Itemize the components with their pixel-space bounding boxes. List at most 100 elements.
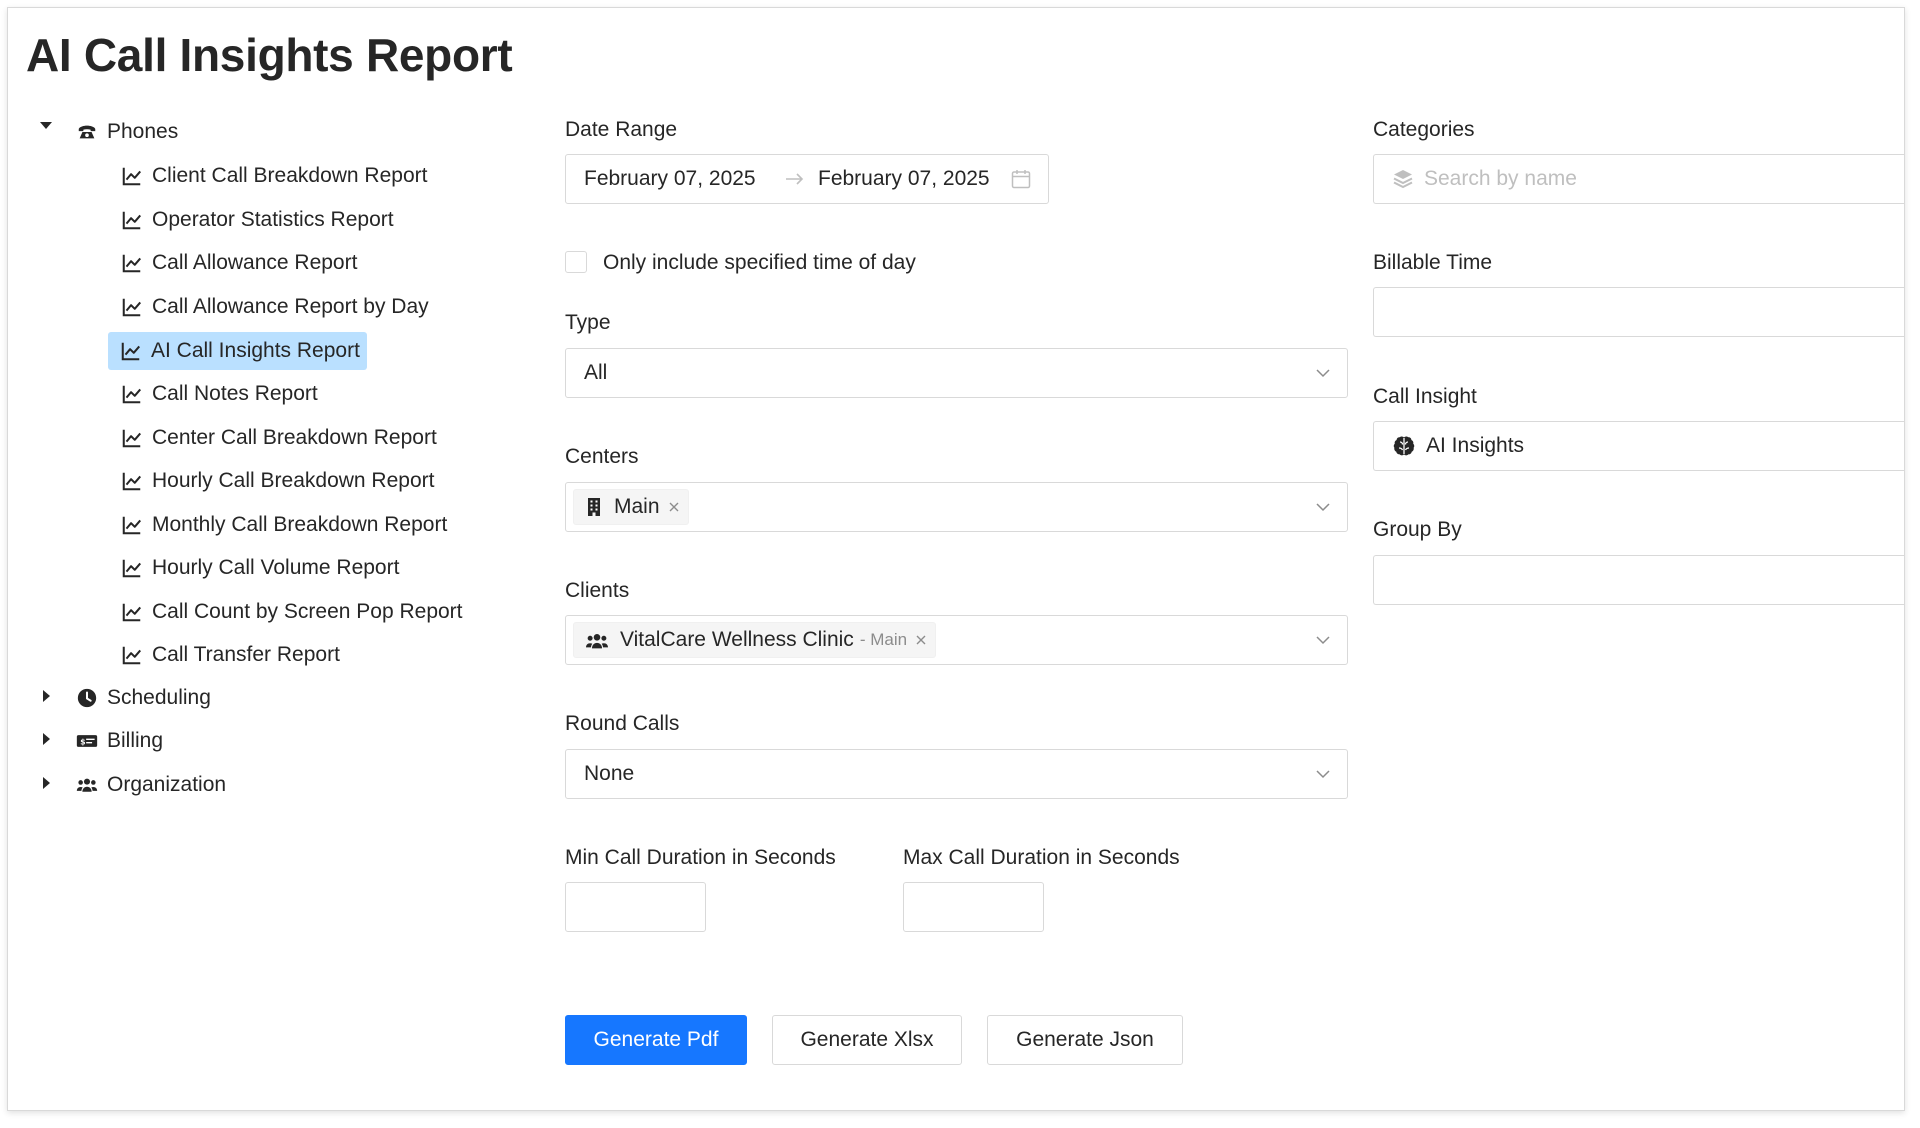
client-tag-label: VitalCare Wellness Clinic [620,628,854,651]
group-by-select[interactable] [1373,555,1904,605]
tree-item-client-call-breakdown[interactable]: Client Call Breakdown Report [120,160,427,192]
users-icon [75,773,99,797]
center-tag-main: Main [573,489,689,525]
clients-label: Clients [565,579,630,602]
line-chart-icon [120,208,144,232]
center-tag-label: Main [614,495,660,518]
generate-xlsx-button[interactable]: Generate Xlsx [772,1015,962,1065]
users-icon [584,630,610,650]
phone-icon [75,120,99,144]
chevron-down-icon [1315,499,1331,515]
tree-item-hourly-call-breakdown[interactable]: Hourly Call Breakdown Report [120,465,434,497]
building-icon [584,497,604,517]
tree-item-call-allowance-by-day[interactable]: Call Allowance Report by Day [120,291,429,323]
date-range-label: Date Range [565,118,678,141]
expand-caret-billing[interactable] [43,733,50,745]
chevron-down-icon [1315,365,1331,381]
line-chart-icon [119,339,143,363]
type-select[interactable]: All [565,348,1348,398]
tree-item-hourly-call-volume[interactable]: Hourly Call Volume Report [120,552,399,584]
type-label: Type [565,311,611,334]
tree-item-label: Call Allowance Report [152,251,358,274]
tree-node-organization[interactable]: Organization [75,769,226,801]
line-chart-icon [120,164,144,188]
line-chart-icon [120,556,144,580]
clients-select[interactable]: VitalCare Wellness Clinic - Main [565,615,1348,665]
centers-select[interactable]: Main [565,482,1348,532]
brain-icon [1392,434,1416,458]
tree-item-operator-statistics[interactable]: Operator Statistics Report [120,204,394,236]
date-range-picker[interactable]: February 07, 2025 February 07, 2025 [565,154,1049,204]
tree-item-label: Center Call Breakdown Report [152,426,437,449]
call-insight-select[interactable]: AI Insights [1373,421,1904,471]
tree-item-label: Call Transfer Report [152,643,340,666]
line-chart-icon [120,251,144,275]
date-range-start[interactable]: February 07, 2025 [584,155,756,203]
centers-label: Centers [565,445,639,468]
client-tag-center: - Main [859,630,908,649]
categories-search-input[interactable]: Search by name [1373,154,1904,204]
tree-node-label: Phones [107,120,179,143]
max-duration-label: Max Call Duration in Seconds [903,846,1180,869]
tree-node-billing[interactable]: $ Billing [75,725,163,757]
tree-item-call-notes[interactable]: Call Notes Report [120,378,318,410]
tree-item-call-transfer[interactable]: Call Transfer Report [120,639,340,671]
min-duration-input[interactable] [565,882,706,932]
line-chart-icon [120,600,144,624]
expand-caret-scheduling[interactable] [43,690,50,702]
generate-pdf-button[interactable]: Generate Pdf [565,1015,747,1065]
line-chart-icon [120,426,144,450]
expand-caret-phones[interactable] [40,122,52,129]
tree-item-label: Hourly Call Volume Report [152,556,400,579]
date-range-end[interactable]: February 07, 2025 [818,155,990,203]
tree-item-label: Client Call Breakdown Report [152,164,428,187]
close-icon[interactable] [915,634,927,646]
generate-json-button[interactable]: Generate Json [987,1015,1183,1065]
svg-text:$: $ [80,737,85,746]
round-calls-value: None [584,762,635,785]
tree-node-label: Billing [107,729,164,752]
billable-time-input[interactable] [1373,287,1904,337]
call-insight-label: Call Insight [1373,385,1477,408]
call-insight-value: AI Insights [1426,434,1525,457]
client-tag-vitalcare: VitalCare Wellness Clinic - Main [573,622,937,658]
tree-item-label: AI Call Insights Report [151,339,360,362]
tree-item-label: Operator Statistics Report [152,208,394,231]
clock-icon [75,686,99,710]
round-calls-label: Round Calls [565,712,680,735]
tree-item-call-allowance[interactable]: Call Allowance Report [120,247,357,279]
layers-icon [1392,168,1414,190]
min-duration-label: Min Call Duration in Seconds [565,846,836,869]
line-chart-icon [120,295,144,319]
money-check-icon: $ [75,729,99,753]
line-chart-icon [120,513,144,537]
tree-node-label: Organization [107,773,227,796]
line-chart-icon [120,382,144,406]
billable-time-label: Billable Time [1373,251,1493,274]
time-of-day-label[interactable]: Only include specified time of day [603,251,916,275]
tree-node-phones[interactable]: Phones [75,116,178,148]
report-window: AI Call Insights Report Phones Client Ca… [7,7,1905,1111]
tree-item-label: Call Count by Screen Pop Report [152,600,463,623]
tree-item-call-count-by-screen-pop[interactable]: Call Count by Screen Pop Report [120,596,463,628]
chevron-down-icon [1315,766,1331,782]
tree-node-scheduling[interactable]: Scheduling [75,682,211,714]
expand-caret-organization[interactable] [43,777,50,789]
tree-item-center-call-breakdown[interactable]: Center Call Breakdown Report [120,422,437,454]
categories-label: Categories [1373,118,1475,141]
time-of-day-checkbox[interactable] [565,251,587,273]
type-select-value: All [584,361,608,384]
line-chart-icon [120,469,144,493]
group-by-label: Group By [1373,518,1462,541]
tree-item-ai-call-insights[interactable]: AI Call Insights Report [108,332,367,370]
close-icon[interactable] [668,501,680,513]
max-duration-input[interactable] [903,882,1044,932]
line-chart-icon [120,643,144,667]
round-calls-select[interactable]: None [565,749,1348,799]
tree-item-label: Hourly Call Breakdown Report [152,469,435,492]
tree-item-monthly-call-breakdown[interactable]: Monthly Call Breakdown Report [120,509,447,541]
categories-placeholder: Search by name [1424,167,1577,190]
tree-node-label: Scheduling [107,686,211,709]
chevron-down-icon [1315,632,1331,648]
tree-item-label: Call Allowance Report by Day [152,295,429,318]
